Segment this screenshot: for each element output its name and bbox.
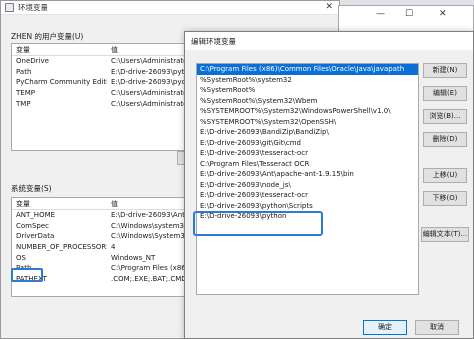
user-variables-list[interactable]: 变量 值 OneDrive C:\Users\Administrator Pat…	[11, 43, 187, 151]
var-value: E:\D-drive-26093\pycha	[111, 78, 186, 87]
move-down-button[interactable]: 下移(O)	[423, 191, 467, 206]
table-row[interactable]: OS Windows_NT	[12, 252, 186, 263]
path-row-highlight	[11, 268, 43, 282]
var-name: OS	[16, 253, 26, 262]
system-variables-title: 系统变量(S)	[11, 184, 52, 193]
list-item[interactable]: E:\D-drive-26093\python\Scripts	[197, 201, 418, 212]
list-item[interactable]: E:\D-drive-26093\tesseract-ocr	[197, 148, 418, 159]
table-row[interactable]: OneDrive C:\Users\Administrator	[12, 56, 186, 67]
table-row[interactable]: NUMBER_OF_PROCESSORS 4	[12, 242, 186, 253]
table-row[interactable]: PyCharm Community Editi... E:\D-drive-26…	[12, 77, 186, 88]
edit-dialog-titlebar: 编辑环境变量	[185, 32, 473, 50]
var-name: PyCharm Community Editi...	[16, 78, 107, 87]
col-value-header[interactable]: 值	[107, 198, 186, 209]
edit-button[interactable]: 编辑(E)	[423, 86, 467, 101]
list-item[interactable]: %SYSTEMROOT%\System32\WindowsPowerShell\…	[197, 106, 418, 117]
var-value: Windows_NT	[111, 253, 156, 262]
user-variables-title: ZHEN 的用户变量(U)	[11, 32, 84, 41]
list-item[interactable]: %SystemRoot%	[197, 85, 418, 96]
var-name: NUMBER_OF_PROCESSORS	[16, 243, 107, 252]
env-window-titlebar: 环境变量	[1, 1, 339, 15]
var-name: TMP	[16, 99, 31, 108]
cancel-button[interactable]: 取消	[415, 320, 459, 335]
table-row[interactable]: DriverData C:\Windows\System32\D	[12, 231, 186, 242]
table-row[interactable]: ANT_HOME E:\D-drive-26093\Ant\a	[12, 210, 186, 221]
list-item[interactable]: E:\D-drive-26093\BandiZip\BandiZip\	[197, 127, 418, 138]
list-item[interactable]: E:\D-drive-26093\git\Git\cmd	[197, 138, 418, 149]
path-entries-list[interactable]: C:\Program Files (x86)\Common Files\Orac…	[196, 63, 419, 295]
env-window-title: 环境变量	[18, 3, 48, 12]
list-item[interactable]: E:\D-drive-26093\Ant\apache-ant-1.9.15\b…	[197, 169, 418, 180]
python-paths-highlight	[193, 211, 323, 236]
table-row[interactable]: Path E:\D-drive-26093\pytho	[12, 67, 186, 78]
ok-button[interactable]: 确定	[363, 320, 407, 335]
close-icon[interactable]: ✕	[325, 2, 333, 12]
var-name: OneDrive	[16, 57, 49, 66]
var-value: C:\Users\Administrator	[111, 99, 186, 108]
table-row[interactable]: ComSpec C:\Windows\system32\c	[12, 221, 186, 232]
var-name: ANT_HOME	[16, 211, 56, 220]
list-item[interactable]: %SystemRoot%\System32\Wbem	[197, 96, 418, 107]
var-value: E:\D-drive-26093\Ant\a	[111, 211, 186, 220]
var-value: E:\D-drive-26093\pytho	[111, 67, 186, 76]
var-value: C:\Windows\System32\D	[111, 232, 186, 241]
var-name: TEMP	[16, 89, 35, 98]
var-value: C:\Windows\system32\c	[111, 221, 186, 230]
col-variable-header[interactable]: 变量	[12, 44, 107, 55]
move-up-button[interactable]: 上移(U)	[423, 168, 467, 183]
list-item[interactable]: %SystemRoot%\system32	[197, 75, 418, 86]
list-item[interactable]: E:\D-drive-26093\tesseract-ocr	[197, 190, 418, 201]
list-item[interactable]: C:\Program Files\Tesseract OCR	[197, 159, 418, 170]
close-icon[interactable]: ✕	[439, 9, 447, 19]
var-value: C:\Users\Administrator	[111, 57, 186, 66]
var-value: C:\Users\Administrator	[111, 89, 186, 98]
list-item[interactable]: E:\D-drive-26093\node_js\	[197, 180, 418, 191]
col-value-header[interactable]: 值	[107, 44, 186, 55]
edit-environment-variable-dialog: 编辑环境变量 C:\Program Files (x86)\Common Fil…	[184, 31, 474, 339]
var-name: DriverData	[16, 232, 55, 241]
table-row[interactable]: TMP C:\Users\Administrator	[12, 98, 186, 109]
minimize-icon[interactable]: —	[376, 9, 385, 19]
maximize-icon[interactable]: ☐	[405, 9, 413, 19]
window-icon	[5, 3, 14, 12]
var-name: ComSpec	[16, 221, 50, 230]
user-list-header: 变量 值	[12, 44, 186, 56]
edit-dialog-title: 编辑环境变量	[191, 36, 236, 46]
table-row[interactable]: TEMP C:\Users\Administrator	[12, 88, 186, 99]
var-value: 4	[111, 243, 116, 252]
new-button[interactable]: 新建(N)	[423, 63, 467, 78]
list-item[interactable]: %SYSTEMROOT%\System32\OpenSSH\	[197, 117, 418, 128]
var-value: .COM;.EXE;.BAT;.CMD;.V	[111, 274, 186, 283]
browse-button[interactable]: 浏览(B)...	[423, 109, 467, 124]
edit-text-button[interactable]: 编辑文本(T)...	[421, 227, 469, 242]
system-variables-list[interactable]: 变量 值 ANT_HOME E:\D-drive-26093\Ant\a Com…	[11, 197, 187, 297]
var-value: C:\Program Files (x86)\	[111, 264, 186, 273]
list-item[interactable]: C:\Program Files (x86)\Common Files\Orac…	[197, 64, 418, 75]
delete-button[interactable]: 删除(D)	[423, 132, 467, 147]
col-variable-header[interactable]: 变量	[12, 198, 107, 209]
var-name: Path	[16, 67, 32, 76]
system-list-header: 变量 值	[12, 198, 186, 210]
